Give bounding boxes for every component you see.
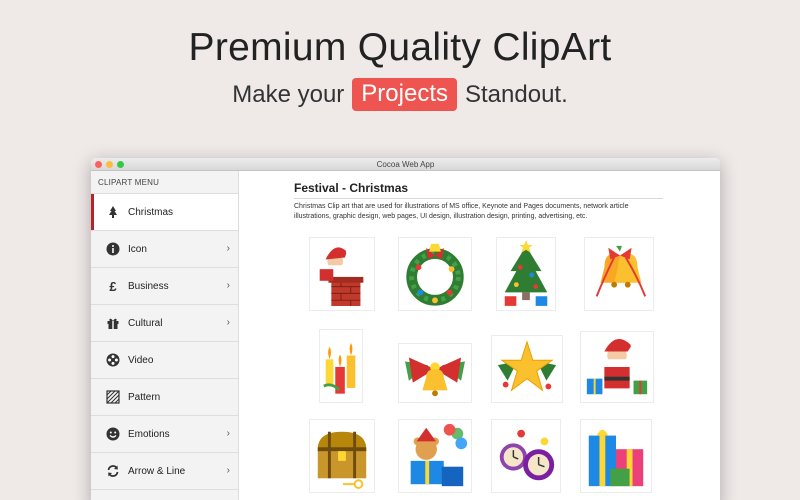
pound-icon: £ (106, 279, 120, 293)
hero-tagline: Make your Projects Standout. (0, 78, 800, 111)
sidebar-item-label: Christmas (128, 206, 174, 218)
ornament-clocks-clipart[interactable] (491, 419, 561, 493)
christmas-wreath-clipart[interactable] (398, 237, 472, 311)
clipart-content: Festival - Christmas Christmas Clip art … (240, 171, 720, 500)
santa-chimney-clipart[interactable] (309, 237, 375, 311)
sidebar-item-label: Emotions (128, 428, 170, 440)
teddy-gift-clipart[interactable] (398, 419, 472, 493)
window-title: Cocoa Web App (376, 160, 435, 169)
sidebar-item-label: Cultural (128, 317, 163, 329)
gift-icon (106, 316, 120, 330)
tagline-highlight-badge: Projects (352, 78, 457, 111)
chevron-right-icon: › (226, 280, 230, 291)
sidebar-item-emotions[interactable]: Emotions › (91, 416, 238, 453)
sidebar-item-video[interactable]: Video (91, 342, 238, 379)
sidebar-item-cultural[interactable]: Cultural › (91, 305, 238, 342)
chevron-right-icon: › (226, 465, 230, 476)
sidebar-item-pattern[interactable]: Pattern (91, 379, 238, 416)
chevron-right-icon: › (226, 428, 230, 439)
candles-clipart[interactable] (319, 329, 363, 403)
smiley-icon (106, 427, 120, 441)
film-reel-icon (106, 353, 120, 367)
christmas-tree-clipart[interactable] (496, 237, 556, 311)
clipart-sidebar: CLIPART MENU Christmas Icon › £ Business… (91, 171, 239, 500)
sidebar-item-label: Video (128, 354, 154, 366)
sidebar-item-label: Business (128, 280, 169, 292)
zoom-window-button[interactable] (117, 161, 124, 168)
gift-boxes-clipart[interactable] (580, 419, 652, 493)
jingle-bells-clipart[interactable] (584, 237, 654, 311)
chevron-right-icon: › (226, 243, 230, 254)
close-window-button[interactable] (95, 161, 102, 168)
window-controls (95, 161, 124, 168)
arrows-cycle-icon (106, 464, 120, 478)
sidebar-header: CLIPART MENU (91, 171, 238, 194)
info-icon (106, 242, 120, 256)
sidebar-item-icon[interactable]: Icon › (91, 231, 238, 268)
santa-gifts-clipart[interactable] (580, 331, 654, 403)
golden-star-clipart[interactable] (491, 335, 563, 403)
hero-title: Premium Quality ClipArt (188, 26, 612, 69)
christmas-tree-icon (106, 205, 120, 219)
tagline-suffix: Standout. (465, 80, 568, 108)
treasure-chest-clipart[interactable] (309, 419, 375, 493)
svg-text:£: £ (109, 279, 117, 293)
app-window: Cocoa Web App CLIPART MENU Christmas Ico… (91, 158, 720, 500)
chevron-right-icon: › (226, 317, 230, 328)
tagline-prefix: Make your (232, 80, 345, 108)
sidebar-item-label: Pattern (128, 391, 161, 403)
sidebar-item-label: Icon (128, 243, 147, 255)
bow-bell-clipart[interactable] (398, 343, 472, 403)
minimize-window-button[interactable] (106, 161, 113, 168)
sidebar-item-arrow-line[interactable]: Arrow & Line › (91, 453, 238, 490)
window-titlebar: Cocoa Web App (91, 158, 720, 171)
clipart-grid (240, 171, 720, 500)
sidebar-item-business[interactable]: £ Business › (91, 268, 238, 305)
pattern-icon (106, 390, 120, 404)
sidebar-item-label: Arrow & Line (128, 465, 186, 477)
sidebar-item-christmas[interactable]: Christmas (91, 194, 238, 231)
